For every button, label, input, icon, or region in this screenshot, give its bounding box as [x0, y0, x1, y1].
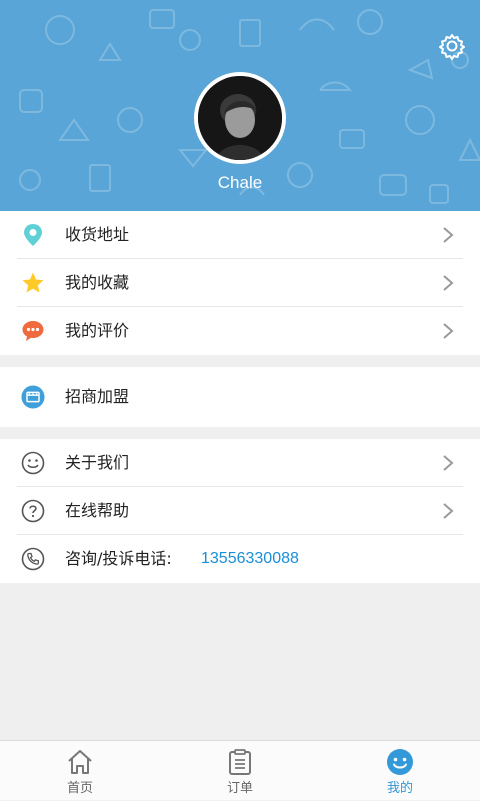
- menu-item-help[interactable]: 在线帮助: [0, 487, 480, 535]
- menu-label: 我的评价: [65, 321, 130, 340]
- tab-label: 首页: [66, 781, 93, 796]
- menu-item-about[interactable]: 关于我们: [0, 439, 480, 487]
- chevron-right-icon: [443, 275, 454, 291]
- menu-label: 在线帮助: [65, 501, 130, 520]
- tab-label: 我的: [386, 781, 413, 796]
- chevron-right-icon: [443, 503, 454, 519]
- chevron-right-icon: [443, 323, 454, 339]
- chevron-right-icon: [443, 227, 454, 243]
- menu-label: 咨询/投诉电话:: [65, 549, 172, 568]
- menu-item-favorites[interactable]: 我的收藏: [0, 259, 480, 307]
- username: Chale: [217, 173, 263, 192]
- menu-label: 招商加盟: [65, 387, 130, 406]
- menu-item-address[interactable]: 收货地址: [0, 211, 480, 259]
- chevron-right-icon: [443, 455, 454, 471]
- tab-profile[interactable]: 我的: [320, 741, 480, 801]
- phone-icon: [21, 547, 45, 571]
- menu-label: 我的收藏: [65, 273, 130, 292]
- avatar[interactable]: [194, 72, 286, 164]
- home-icon: [68, 750, 92, 774]
- menu-item-reviews[interactable]: 我的评价: [0, 307, 480, 355]
- shop-icon: [21, 385, 45, 409]
- question-circle-icon: [21, 499, 45, 523]
- smiley-icon: [21, 451, 45, 475]
- menu-group-support: 关于我们 在线帮助 咨询/投诉电话: 13556330088: [0, 439, 480, 583]
- profile-header: Chale: [0, 0, 480, 211]
- profile-face-icon: [387, 749, 413, 775]
- menu-group-account: 收货地址 我的收藏 我的评价: [0, 211, 480, 355]
- menu-item-hotline[interactable]: 咨询/投诉电话: 13556330088: [0, 535, 480, 583]
- menu-label: 关于我们: [65, 453, 130, 472]
- menu-group-franchise: 招商加盟: [0, 367, 480, 427]
- bottom-tab-bar: 首页 订单 我的: [0, 740, 480, 800]
- avatar-image: [198, 76, 282, 160]
- tab-home[interactable]: 首页: [0, 741, 160, 801]
- star-icon: [21, 271, 45, 295]
- menu-label: 收货地址: [65, 225, 130, 244]
- order-list-icon: [229, 749, 251, 775]
- tab-orders[interactable]: 订单: [160, 741, 320, 801]
- location-pin-icon: [21, 223, 45, 247]
- gear-icon: [439, 34, 465, 60]
- comment-bubble-icon: [21, 319, 45, 343]
- menu-item-franchise[interactable]: 招商加盟: [0, 367, 480, 427]
- tab-label: 订单: [226, 781, 253, 796]
- settings-button[interactable]: [436, 30, 468, 62]
- hotline-number-link[interactable]: 13556330088: [201, 549, 299, 569]
